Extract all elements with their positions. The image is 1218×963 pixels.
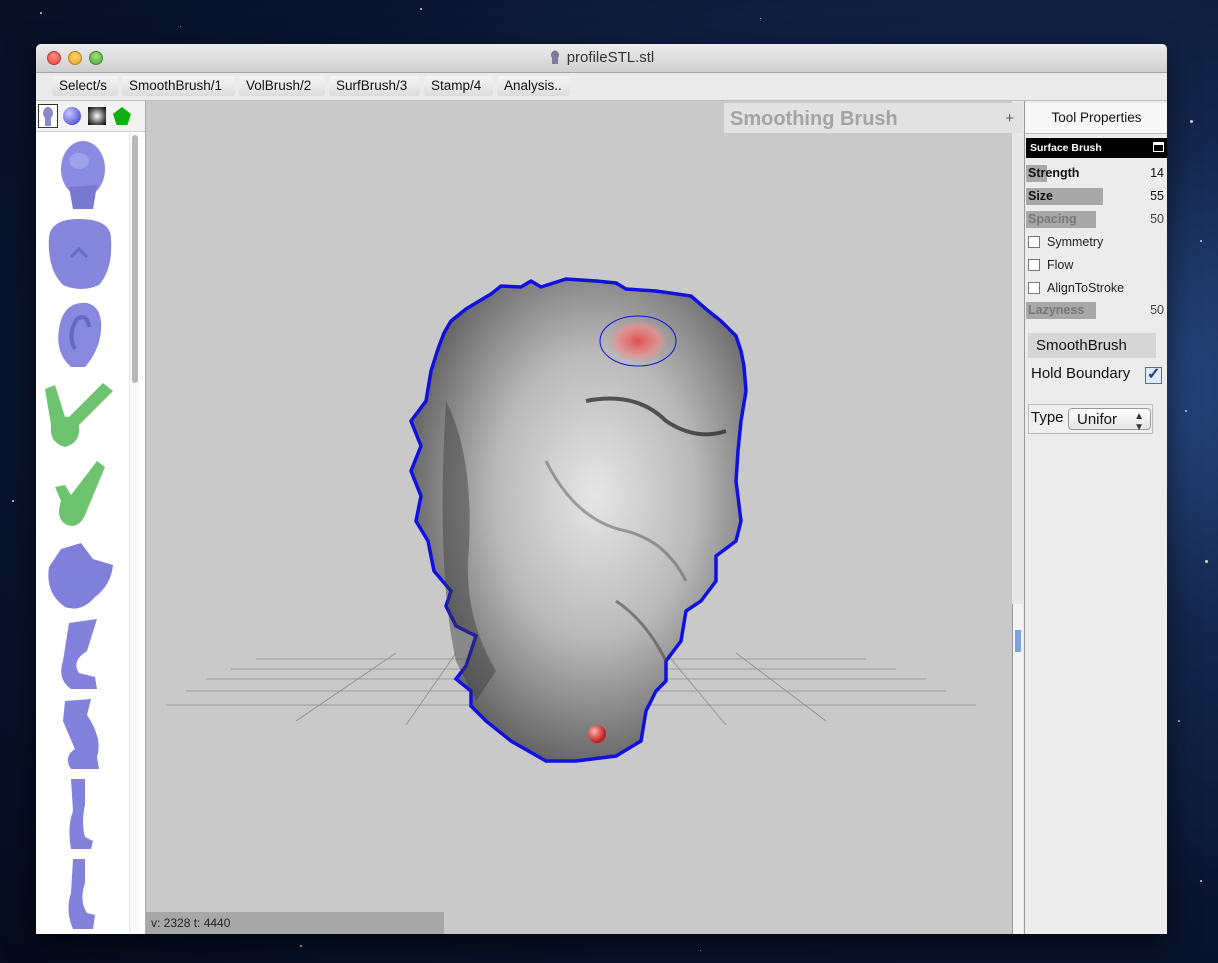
ear-shape-item[interactable] [41, 297, 119, 371]
align-to-stroke-checkbox[interactable]: AlignToStroke [1028, 279, 1124, 297]
hold-boundary-row[interactable]: Hold Boundary ✓ [1031, 365, 1162, 384]
sphere-tab-icon[interactable] [63, 107, 81, 125]
menu-select[interactable]: Select/s [52, 76, 118, 96]
lazyness-label: Lazyness [1028, 303, 1085, 317]
smoothbrush-button[interactable]: SmoothBrush [1028, 333, 1156, 358]
window-title: profileSTL.stl [566, 49, 655, 66]
app-window: profileSTL.stl Select/s SmoothBrush/1 Vo… [36, 44, 1167, 934]
maximize-icon[interactable] [1153, 142, 1164, 152]
tool-properties-panel: Tool Properties Surface Brush Strength 1… [1024, 101, 1167, 934]
align-to-stroke-label: AlignToStroke [1047, 281, 1125, 295]
pivot-point [588, 725, 606, 743]
surface-brush-header: Surface Brush [1026, 138, 1167, 158]
arm-shape-item[interactable] [41, 777, 119, 851]
menu-analysis[interactable]: Analysis.. [497, 76, 570, 96]
library-scrollbar[interactable] [129, 133, 140, 933]
library-scroll-thumb[interactable] [132, 135, 138, 383]
type-select-value: Unifor [1077, 411, 1118, 428]
shape-library-panel [36, 101, 146, 934]
flow-box[interactable] [1028, 259, 1040, 271]
spacing-slider[interactable]: Spacing 50 [1026, 209, 1166, 229]
texture-tab-icon[interactable] [88, 107, 106, 125]
face-shape-item[interactable] [41, 217, 119, 291]
arm-hand-shape-item[interactable] [41, 857, 119, 931]
strength-slider[interactable]: Strength 14 [1026, 163, 1166, 183]
type-label: Type [1031, 409, 1064, 426]
select-arrows-icon: ▲ ▼ [1134, 411, 1144, 433]
pentagon-tab-icon[interactable] [112, 106, 132, 126]
viewport-scroll-thumb[interactable] [1015, 630, 1021, 652]
document-icon [550, 50, 559, 64]
foot-shape-item[interactable] [41, 537, 119, 611]
window-title-wrap: profileSTL.stl [36, 49, 1167, 66]
symmetry-box[interactable] [1028, 236, 1040, 248]
surface-brush-title: Surface Brush [1030, 142, 1102, 154]
scene-canvas[interactable] [146, 101, 1012, 934]
menu-smoothbrush[interactable]: SmoothBrush/1 [122, 76, 235, 96]
menu-volbrush[interactable]: VolBrush/2 [239, 76, 325, 96]
hand-peace-shape-item[interactable] [41, 377, 119, 451]
checkmark-icon: ✓ [1147, 366, 1161, 383]
lazyness-value: 50 [1150, 303, 1164, 317]
flow-label: Flow [1047, 258, 1074, 272]
leg-bent-shape-item[interactable] [41, 697, 119, 771]
library-tabs [36, 101, 145, 132]
brush-highlight [608, 320, 668, 362]
type-select[interactable]: Unifor ▲ ▼ [1068, 408, 1151, 433]
mesh-stats-status: v: 2328 t: 4440 [146, 912, 444, 934]
hold-boundary-label: Hold Boundary [1031, 365, 1131, 382]
size-slider[interactable]: Size 55 [1026, 186, 1166, 206]
shape-list [36, 133, 129, 933]
head-shape-item[interactable] [41, 137, 119, 211]
3d-viewport[interactable]: Smoothing Brush + v: 2328 t: 4440 [146, 101, 1022, 934]
lazyness-slider[interactable]: Lazyness 50 [1026, 300, 1166, 320]
hold-boundary-checkbox[interactable]: ✓ [1145, 366, 1162, 384]
menu-stamp[interactable]: Stamp/4 [424, 76, 493, 96]
menu-surfbrush[interactable]: SurfBrush/3 [329, 76, 420, 96]
menu-bar: Select/s SmoothBrush/1 VolBrush/2 SurfBr… [36, 73, 1167, 101]
spacing-label: Spacing [1028, 212, 1077, 226]
size-value: 55 [1150, 189, 1164, 203]
title-bar[interactable]: profileSTL.stl [36, 44, 1167, 73]
head-tab-icon[interactable] [38, 104, 58, 128]
size-label: Size [1028, 189, 1054, 203]
spacing-value: 50 [1150, 212, 1164, 226]
strength-label: Strength [1028, 166, 1080, 180]
tool-expand-button[interactable]: + [1005, 103, 1014, 135]
active-tool-title: Smoothing Brush + [724, 103, 1022, 133]
tool-title-text: Smoothing Brush [730, 108, 898, 130]
viewport-scrollbar[interactable] [1012, 604, 1023, 934]
leg-shape-item[interactable] [41, 617, 119, 691]
type-row: Type Unifor ▲ ▼ [1028, 404, 1153, 434]
align-to-stroke-box[interactable] [1028, 282, 1040, 294]
strength-value: 14 [1150, 166, 1164, 180]
hand-point-shape-item[interactable] [41, 457, 119, 531]
symmetry-label: Symmetry [1047, 235, 1104, 249]
symmetry-checkbox[interactable]: Symmetry [1028, 233, 1103, 251]
flow-checkbox[interactable]: Flow [1028, 256, 1073, 274]
tool-properties-tab[interactable]: Tool Properties [1025, 103, 1167, 134]
